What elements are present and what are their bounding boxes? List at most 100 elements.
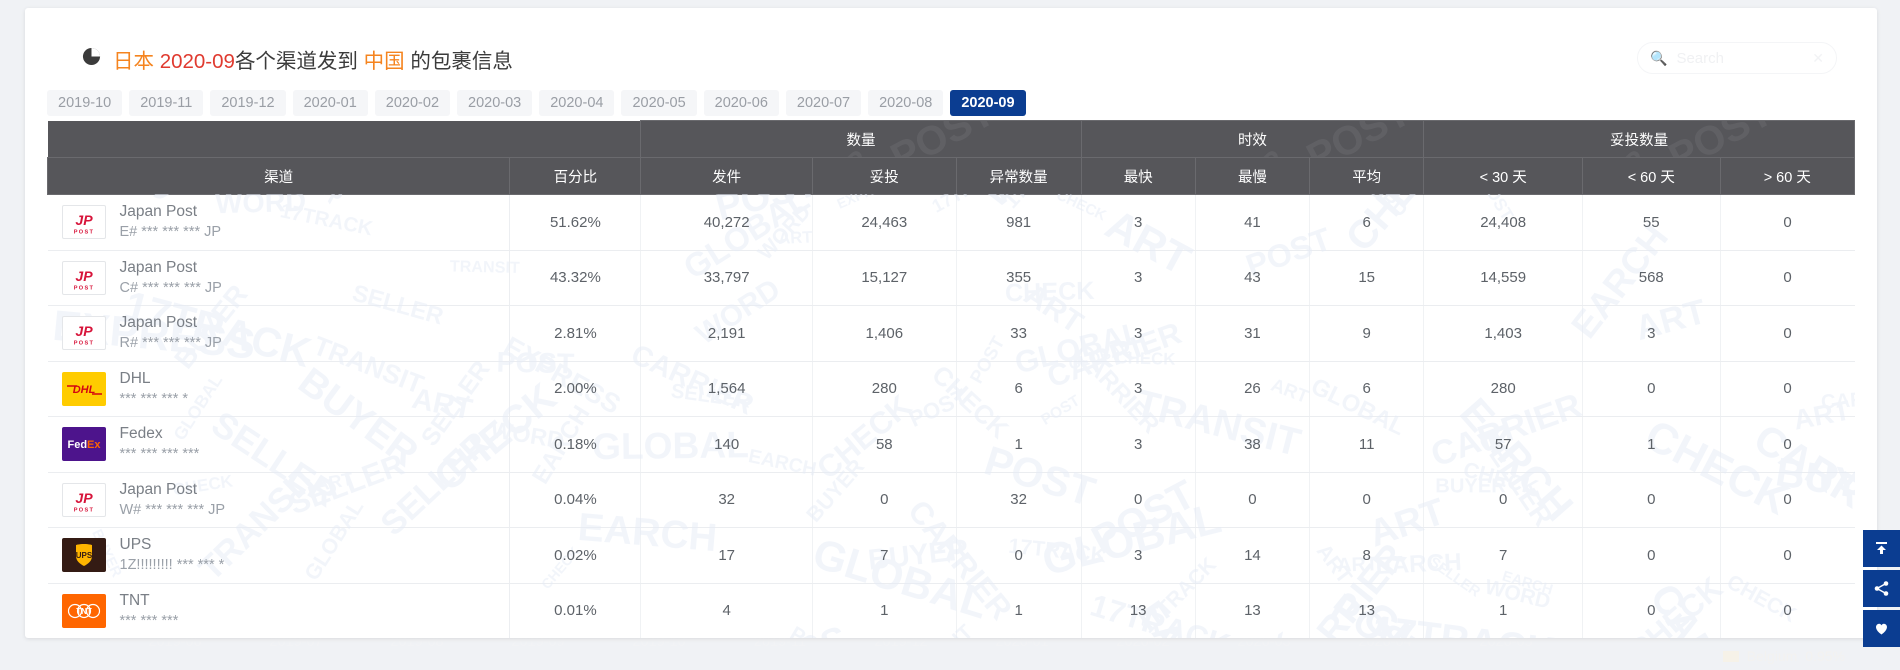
back-to-top-button[interactable] [1863,530,1900,567]
cell-delivered: 24,463 [812,194,957,251]
table-column-header[interactable]: POST 发件 [640,157,813,195]
carrier-name: Japan Post [119,258,198,276]
cell-sent: 4 [640,583,813,638]
table-column-header[interactable]: POST 妥投 [811,157,957,195]
table-group-header: POSTPOSTBUYERBUYER数量 [640,120,1082,158]
table-column-header[interactable]: POST < 60 天 [1582,157,1721,195]
table-row[interactable]: JP POST Japan Post W# *** *** *** JP 0.04% 32… [47,472,1855,528]
month-tab-2020-03[interactable]: 2020-03 [457,90,533,116]
share-button[interactable] [1863,570,1900,607]
belgium-value: 0.95% [1805,648,1845,664]
channel-cell: TNT TNT *** *** *** [47,583,511,638]
search-box[interactable]: 🔍 Search ✕ [1637,42,1837,74]
cell-percentage: 2.00% [509,361,642,417]
carrier-name: Fedex [119,425,163,443]
cell-fastest: 3 [1081,416,1196,473]
table-column-header[interactable]: POST 异常数量 [955,157,1082,195]
carrier-name: TNT [119,591,150,609]
svg-text:POST: POST [1661,121,1780,157]
cell-average: 6 [1309,194,1425,251]
table-row[interactable]: FedEx Fedex *** *** *** *** 0.18% 140 58 1 3 38 1… [47,416,1855,473]
column-header-label: 渠道 [264,169,294,186]
cell-delivered: 280 [812,361,957,417]
svg-text:JP: JP [75,268,93,284]
channel-statistics-table: POSTPOSTBUYERBUYEREXPRESS17TRACKWORDCARR… [46,8,1877,638]
svg-text:POST: POST [1255,158,1309,161]
svg-text:POST: POST [559,121,640,125]
cell-delivered-under-30-days: 1,403 [1423,305,1583,362]
table-column-header[interactable]: POST 百分比 [509,157,642,195]
month-tab-2020-01[interactable]: 2020-01 [292,90,368,116]
japan-post-logo: JP POST [61,205,106,240]
table-row[interactable]: JP POST Japan Post R# *** *** *** JP 2.81% 2,… [47,305,1855,362]
cell-average: 0 [1309,472,1425,528]
cell-delivered: 1,406 [812,305,957,362]
month-tab-2020-08[interactable]: 2020-08 [868,90,944,116]
svg-text:POST: POST [711,158,794,161]
month-tab-2020-04[interactable]: 2020-04 [539,90,615,116]
cell-percentage: 0.01% [509,583,642,638]
cell-sent: 140 [640,416,813,473]
month-tab-2020-07[interactable]: 2020-07 [785,90,862,116]
svg-text:POST: POST [73,341,94,347]
table-row[interactable]: JP POST Japan Post E# *** *** *** JP 51.62% 4… [47,194,1855,251]
pie-chart-icon [82,47,101,66]
title-origin: 日本 [113,50,154,73]
carrier-name: DHL [119,369,151,387]
table-row[interactable]: JP POST Japan Post C# *** *** *** JP 43.32% 3… [47,250,1855,306]
cell-exception-count: 1 [956,416,1082,473]
svg-text:POST: POST [73,285,94,291]
table-column-header[interactable]: POST > 60 天 [1719,157,1856,195]
title-middle: 各个渠道发到 [234,50,358,73]
table-row[interactable]: TNT TNT *** *** *** 0.01% 4 1 1 13 13 13 1 0 0 [47,583,1855,638]
table-column-header[interactable]: POST 平均 [1309,157,1425,195]
svg-text:POST: POST [1370,158,1424,161]
table-column-header[interactable]: POST < 30 天 [1423,157,1583,195]
cell-fastest: 3 [1081,194,1196,251]
table-column-header[interactable]: POST 最慢 [1194,157,1311,195]
cell-delivered-under-30-days: 14,559 [1423,250,1583,306]
column-header-label: 平均 [1352,169,1382,186]
card-header: 日本 2020-09各个渠道发到 中国 的包裹信息 🔍 Search ✕ [25,8,1877,74]
column-header-label: 百分比 [553,169,598,186]
favorite-button[interactable] [1863,610,1900,647]
cell-delivered-over-60-days: 0 [1720,194,1855,251]
title-period: 2020-09 [159,50,235,73]
belgium-label: Belgium [1746,648,1798,664]
table-row[interactable]: DHL DHL *** *** *** * 2.00% 1,564 280 6 3 26 6 280… [47,361,1855,417]
dhl-logo: DHL [61,371,106,406]
cell-slowest: 38 [1195,416,1311,473]
cell-delivered: 0 [812,472,957,528]
tracking-pattern: E# *** *** *** JP [119,224,222,241]
month-tab-2019-12[interactable]: 2019-12 [210,90,286,116]
cell-fastest: 3 [1081,305,1196,362]
month-tab-2020-09[interactable]: 2020-09 [950,90,1026,116]
month-tab-2020-02[interactable]: 2020-02 [374,90,451,116]
background-legend-belgium: Belgium 0.95% [1722,648,1845,664]
close-icon[interactable]: ✕ [1812,50,1824,67]
svg-text:JP: JP [75,212,93,228]
table-group-header-row: POSTPOSTPOSTPOSTBUYERBUYER数量POSTPOSTBUYE… [47,120,1855,158]
search-input[interactable]: Search [1676,50,1803,67]
title-tail: 的包裹信息 [410,50,513,73]
table-row[interactable]: UPS UPS 1Z!!!!!!!!! *** *** * 0.02% 17 7 0 3 14 8… [47,527,1855,584]
cell-sent: 40,272 [640,194,813,251]
cell-delivered: 7 [812,527,957,584]
month-tab-bar[interactable]: 2019-10 2019-11 2019-12 2020-01 2020-02 2020-… [47,90,1026,116]
month-tab-2020-05[interactable]: 2020-05 [621,90,697,116]
cell-sent: 2,191 [640,305,813,362]
carrier-name: Japan Post [119,203,198,221]
table-column-header-row: POST渠道POST百分比POST发件POST妥投POST异常数量POST最快P… [46,157,1856,195]
channel-cell: JP POST Japan Post C# *** *** *** JP [47,250,511,306]
cell-delivered-over-60-days: 0 [1720,361,1855,417]
table-column-header[interactable]: POST 最快 [1080,157,1196,195]
month-tab-2019-10[interactable]: 2019-10 [47,90,123,116]
month-tab-2019-11[interactable]: 2019-11 [129,90,204,116]
svg-text:JP: JP [75,323,93,339]
svg-text:POST: POST [1016,158,1080,161]
watermark-pattern: POST [559,121,641,125]
table-column-header[interactable]: POST 渠道 [46,157,511,195]
tracking-pattern: R# *** *** *** JP [119,335,222,352]
month-tab-2020-06[interactable]: 2020-06 [703,90,779,116]
column-header-label: < 30 天 [1479,169,1527,186]
